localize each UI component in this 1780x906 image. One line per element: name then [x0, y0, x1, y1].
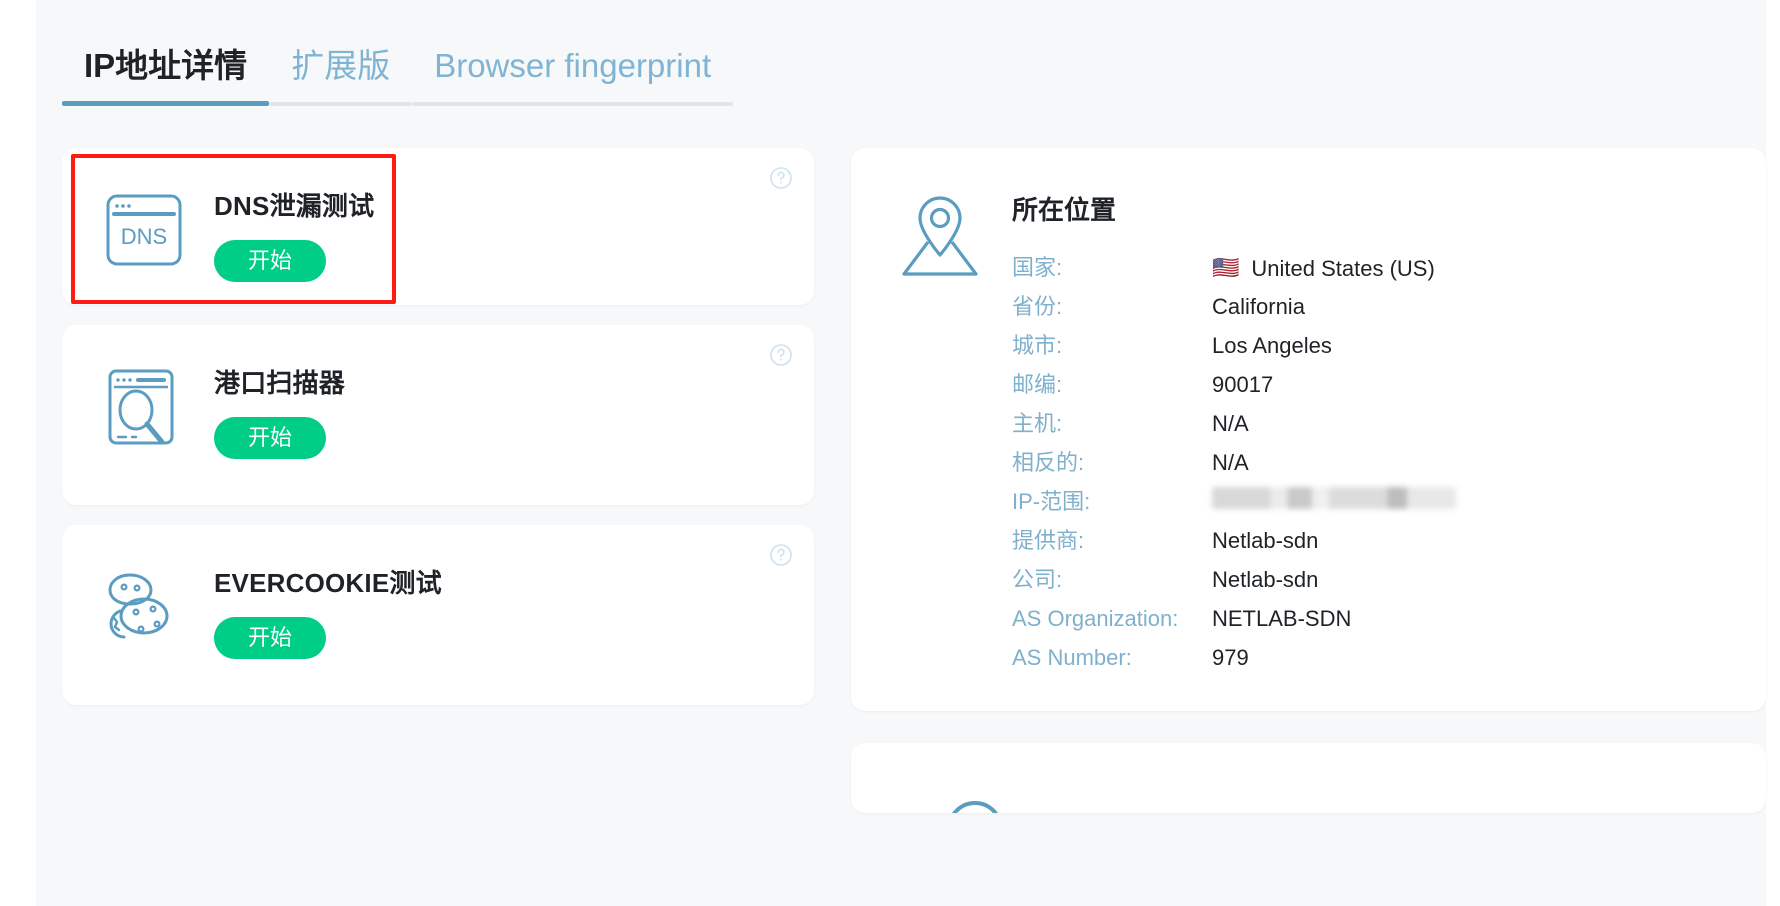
info-label: 国家:	[1012, 255, 1063, 280]
info-row-company: 公司: Netlab-sdn	[1012, 560, 1766, 599]
info-row-postal-code: 邮编: 90017	[1012, 365, 1766, 404]
page-right-gutter	[1766, 0, 1780, 906]
port-scanner-icon	[100, 363, 188, 451]
tab-label: IP地址详情	[84, 47, 248, 84]
info-label: 主机:	[1012, 411, 1063, 436]
help-circle-icon[interactable]	[769, 543, 793, 567]
tool-card-title: DNS泄漏测试	[214, 191, 375, 221]
info-row-country: 国家: 🇺🇸 United States (US)	[1012, 248, 1766, 287]
info-value: 🇺🇸 United States (US)	[1212, 249, 1435, 288]
info-row-provider: 提供商: Netlab-sdn	[1012, 521, 1766, 560]
info-label: IP-范围:	[1012, 489, 1091, 514]
cookie-stack-icon	[100, 563, 188, 651]
info-row-as-organization: AS Organization: NETLAB-SDN	[1012, 599, 1766, 638]
tool-card-dns-leak-test[interactable]: DNS DNS泄漏测试 开始	[62, 148, 814, 305]
info-value-text: United States (US)	[1251, 255, 1435, 281]
info-value: N/A	[1212, 443, 1249, 482]
tab-active-underline	[62, 101, 270, 106]
info-value	[1212, 487, 1456, 509]
svg-text:DNS: DNS	[121, 224, 167, 249]
info-value-text: 90017	[1212, 372, 1274, 397]
tool-card-evercookie-test[interactable]: EVERCOOKIE测试 开始	[62, 525, 814, 705]
info-value-text: California	[1212, 294, 1305, 319]
tool-card-port-scanner[interactable]: 港口扫描器 开始	[62, 325, 814, 505]
dns-browser-icon: DNS	[100, 186, 188, 274]
start-button[interactable]: 开始	[214, 240, 326, 282]
info-label: 提供商:	[1012, 528, 1085, 553]
location-rows: 国家: 🇺🇸 United States (US) 省份: California	[1012, 248, 1766, 677]
tool-card-list: DNS DNS泄漏测试 开始 港口扫描器 开始 EVERCOOKIE测试 开始	[62, 148, 814, 725]
info-label: AS Organization:	[1012, 606, 1179, 631]
info-value: 979	[1212, 638, 1249, 677]
tab-label: 扩展版	[291, 47, 391, 84]
info-label: 相反的:	[1012, 450, 1085, 475]
location-info-card: 所在位置 国家: 🇺🇸 United States (US) 省份: Calif…	[851, 148, 1766, 711]
tab-ip-details[interactable]: IP地址详情	[62, 44, 270, 106]
help-circle-icon[interactable]	[769, 343, 793, 367]
info-value-text: N/A	[1212, 450, 1249, 475]
tab-extended[interactable]: 扩展版	[269, 44, 413, 106]
next-info-card-partial	[851, 743, 1766, 813]
info-row-host: 主机: N/A	[1012, 404, 1766, 443]
info-value: California	[1212, 287, 1305, 326]
info-row-city: 城市: Los Angeles	[1012, 326, 1766, 365]
tool-card-body: DNS泄漏测试 开始	[214, 184, 374, 282]
country-flag-icon: 🇺🇸	[1212, 255, 1240, 280]
info-label: 邮编:	[1012, 372, 1063, 397]
location-heading: 所在位置	[1012, 195, 1117, 225]
info-value: Netlab-sdn	[1212, 560, 1318, 599]
info-label: 省份:	[1012, 294, 1063, 319]
location-info-body: 所在位置 国家: 🇺🇸 United States (US) 省份: Calif…	[1012, 186, 1766, 677]
tab-browser-fingerprint[interactable]: Browser fingerprint	[412, 44, 734, 106]
partial-icon-peek	[947, 801, 1003, 813]
info-panel-column: 所在位置 国家: 🇺🇸 United States (US) 省份: Calif…	[851, 148, 1766, 813]
info-label: AS Number:	[1012, 645, 1132, 670]
info-row-ip-range: IP-范围:	[1012, 482, 1766, 521]
info-value-text: NETLAB-SDN	[1212, 606, 1352, 631]
page-left-gutter	[0, 0, 36, 906]
tool-card-body: 港口扫描器 开始	[214, 361, 345, 459]
info-value-text: N/A	[1212, 411, 1249, 436]
tab-bar: IP地址详情 扩展版 Browser fingerprint	[62, 16, 734, 106]
tab-label: Browser fingerprint	[434, 47, 712, 84]
info-value: Netlab-sdn	[1212, 521, 1318, 560]
map-pin-icon	[892, 190, 988, 286]
tab-underline	[269, 102, 413, 106]
info-value-text: Netlab-sdn	[1212, 528, 1319, 553]
info-row-region: 省份: California	[1012, 287, 1766, 326]
info-value: NETLAB-SDN	[1212, 599, 1351, 638]
info-label: 城市:	[1012, 333, 1063, 358]
start-button[interactable]: 开始	[214, 417, 326, 459]
info-value: 90017	[1212, 365, 1273, 404]
tool-card-title: 港口扫描器	[214, 368, 346, 398]
info-row-reverse: 相反的: N/A	[1012, 443, 1766, 482]
info-value-text: Los Angeles	[1212, 333, 1332, 358]
info-label: 公司:	[1012, 567, 1063, 592]
info-value-text: Netlab-sdn	[1212, 567, 1319, 592]
tool-card-body: EVERCOOKIE测试 开始	[214, 561, 442, 659]
redacted-ip-range	[1212, 487, 1456, 509]
info-value: N/A	[1212, 404, 1249, 443]
info-value-text: 979	[1212, 645, 1249, 670]
tool-card-title: EVERCOOKIE测试	[214, 568, 442, 598]
help-circle-icon[interactable]	[769, 166, 793, 190]
start-button[interactable]: 开始	[214, 617, 326, 659]
info-value: Los Angeles	[1212, 326, 1332, 365]
page-root: IP地址详情 扩展版 Browser fingerprint DNS DNS泄漏…	[0, 0, 1780, 906]
tab-underline	[412, 102, 734, 106]
info-row-as-number: AS Number: 979	[1012, 638, 1766, 677]
